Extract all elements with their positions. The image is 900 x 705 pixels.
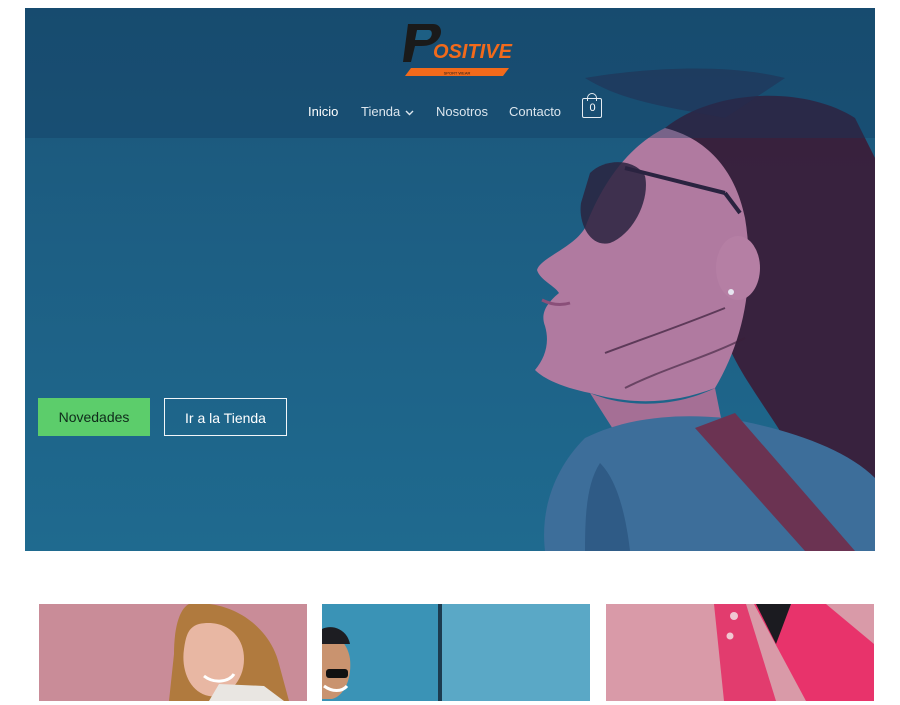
nav-item-label: Tienda	[361, 104, 401, 119]
novedades-button[interactable]: Novedades	[38, 398, 150, 436]
nav-item-inicio[interactable]: Inicio	[308, 96, 338, 128]
main-nav: Inicio Tienda Nosotros Contacto	[25, 96, 875, 128]
svg-text:OSITIVE: OSITIVE	[433, 41, 513, 63]
nav-item-label: Inicio	[308, 104, 339, 119]
card-image-woman	[39, 604, 307, 701]
shop-button[interactable]: Ir a la Tienda	[164, 398, 287, 436]
hero-banner: OSITIVE SPORT WEAR Inicio Tienda Nosotro…	[25, 8, 875, 551]
card-image-jacket	[606, 604, 874, 701]
nav-item-label: Contacto	[509, 104, 562, 119]
chevron-down-icon	[405, 110, 414, 116]
nav-item-nosotros[interactable]: Nosotros	[436, 96, 488, 128]
card-image-man	[322, 604, 590, 701]
nav-item-tienda[interactable]: Tienda	[361, 96, 414, 128]
cart-button[interactable]: 0	[582, 93, 604, 119]
brand-logo[interactable]: OSITIVE SPORT WEAR	[403, 18, 513, 80]
svg-text:SPORT WEAR: SPORT WEAR	[444, 71, 471, 76]
nav-item-label: Nosotros	[436, 104, 489, 119]
nav-item-contacto[interactable]: Contacto	[509, 96, 561, 128]
category-card-1[interactable]	[39, 604, 307, 701]
category-card-3[interactable]	[606, 604, 874, 701]
cart-count: 0	[589, 102, 596, 114]
category-card-2[interactable]	[322, 604, 590, 701]
